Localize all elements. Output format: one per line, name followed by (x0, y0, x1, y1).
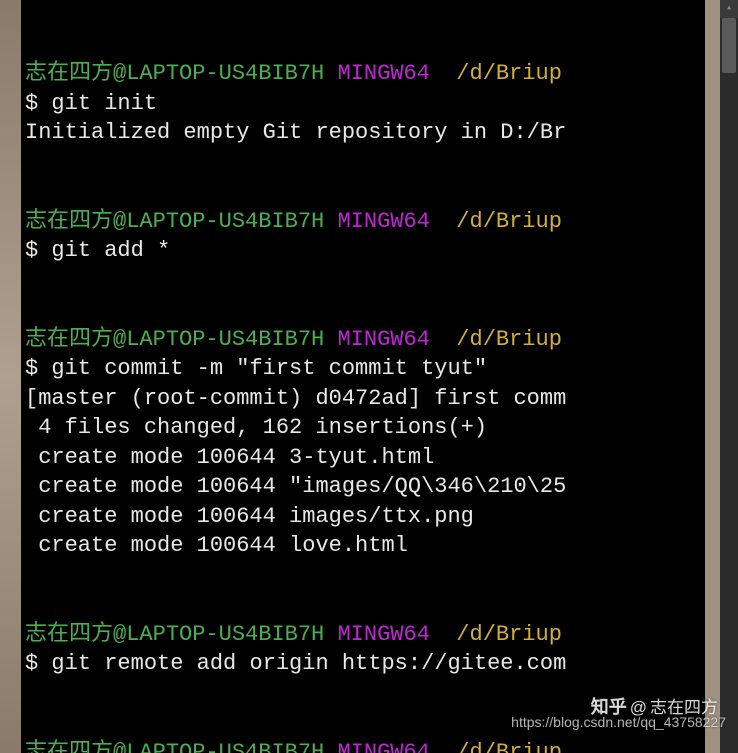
prompt-dollar: $ (25, 91, 51, 116)
command-line: $ git add * (25, 238, 170, 263)
prompt-host: LAPTOP-US4BIB7H (126, 327, 324, 352)
prompt-at: @ (113, 327, 126, 352)
csdn-watermark-url: https://blog.csdn.net/qq_43758227 (511, 708, 726, 738)
prompt-env: MINGW64 (337, 209, 429, 234)
command-line: $ git init (25, 91, 157, 116)
command-line: $ git commit -m "first commit tyut" (25, 356, 487, 381)
prompt-host: LAPTOP-US4BIB7H (126, 61, 324, 86)
prompt-line: 志在四方@LAPTOP-US4BIB7H MINGW64 /d/Briup (25, 740, 562, 753)
prompt-line: 志在四方@LAPTOP-US4BIB7H MINGW64 /d/Briup (25, 209, 562, 234)
blank-line (25, 150, 38, 175)
prompt-line: 志在四方@LAPTOP-US4BIB7H MINGW64 /d/Briup (25, 327, 562, 352)
prompt-env: MINGW64 (337, 622, 429, 647)
prompt-user: 志在四方 (25, 740, 113, 753)
prompt-line: 志在四方@LAPTOP-US4BIB7H MINGW64 /d/Briup (25, 61, 562, 86)
scrollbar-track[interactable]: ▴ (720, 0, 738, 753)
output-line: [master (root-commit) d0472ad] first com… (25, 386, 566, 411)
prompt-dollar: $ (25, 651, 51, 676)
blank-line (25, 681, 38, 706)
prompt-path: /d/Briup (456, 327, 562, 352)
prompt-host: LAPTOP-US4BIB7H (126, 622, 324, 647)
prompt-line: 志在四方@LAPTOP-US4BIB7H MINGW64 /d/Briup (25, 622, 562, 647)
prompt-at: @ (113, 209, 126, 234)
prompt-user: 志在四方 (25, 61, 113, 86)
prompt-env: MINGW64 (337, 740, 429, 753)
prompt-path: /d/Briup (456, 740, 562, 753)
command-text: git init (51, 91, 157, 116)
left-background-edge (0, 0, 21, 753)
prompt-user: 志在四方 (25, 209, 113, 234)
prompt-user: 志在四方 (25, 327, 113, 352)
command-text: git add * (51, 238, 170, 263)
output-line: create mode 100644 images/ttx.png (25, 504, 474, 529)
command-text: git commit -m "first commit tyut" (51, 356, 487, 381)
blank-line (25, 268, 38, 293)
output-line: create mode 100644 "images/QQ\346\210\25 (25, 474, 566, 499)
scrollbar-thumb[interactable] (722, 18, 736, 73)
terminal-block-1: 志在四方@LAPTOP-US4BIB7H MINGW64 /d/Briup $ … (25, 30, 701, 178)
prompt-host: LAPTOP-US4BIB7H (126, 209, 324, 234)
output-line: 4 files changed, 162 insertions(+) (25, 415, 487, 440)
prompt-env: MINGW64 (337, 327, 429, 352)
prompt-at: @ (113, 622, 126, 647)
prompt-path: /d/Briup (456, 209, 562, 234)
prompt-env: MINGW64 (337, 61, 429, 86)
prompt-at: @ (113, 740, 126, 753)
prompt-path: /d/Briup (456, 61, 562, 86)
output-line: create mode 100644 3-tyut.html (25, 445, 434, 470)
prompt-path: /d/Briup (456, 622, 562, 647)
prompt-user: 志在四方 (25, 622, 113, 647)
scrollbar-up-button[interactable]: ▴ (720, 0, 738, 18)
output-line: Initialized empty Git repository in D:/B… (25, 120, 566, 145)
command-text: git remote add origin https://gitee.com (51, 651, 566, 676)
prompt-at: @ (113, 61, 126, 86)
prompt-dollar: $ (25, 238, 51, 263)
git-bash-terminal[interactable]: 志在四方@LAPTOP-US4BIB7H MINGW64 /d/Briup $ … (21, 0, 705, 753)
terminal-block-4: 志在四方@LAPTOP-US4BIB7H MINGW64 /d/Briup $ … (25, 590, 701, 708)
prompt-host: LAPTOP-US4BIB7H (126, 740, 324, 753)
blank-line (25, 563, 38, 588)
prompt-dollar: $ (25, 356, 51, 381)
terminal-block-3: 志在四方@LAPTOP-US4BIB7H MINGW64 /d/Briup $ … (25, 295, 701, 590)
terminal-block-2: 志在四方@LAPTOP-US4BIB7H MINGW64 /d/Briup $ … (25, 177, 701, 295)
output-line: create mode 100644 love.html (25, 533, 408, 558)
command-line: $ git remote add origin https://gitee.co… (25, 651, 566, 676)
